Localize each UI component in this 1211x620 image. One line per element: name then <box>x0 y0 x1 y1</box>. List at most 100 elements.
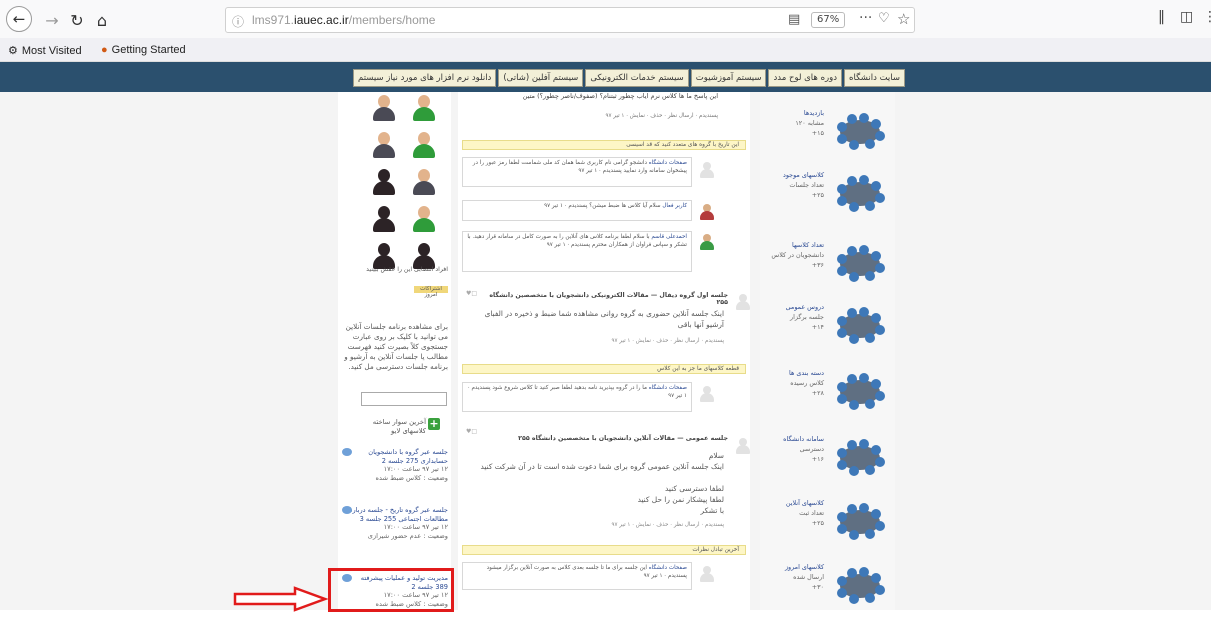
group-item[interactable]: بازدیدها مشابه ۱۲۰ ۱۵+ <box>766 102 894 166</box>
post-body-line: اینک جلسه آنلاین عمومی گروه برای شما دعو… <box>480 462 724 471</box>
group-name[interactable]: کلاسهای آنلاین <box>766 498 824 508</box>
pocket-icon[interactable]: ♡ <box>878 11 890 26</box>
session-item[interactable]: جلسه عبر گروه با دانشجویان حسابداری 275 … <box>342 448 448 482</box>
address-bar[interactable]: ⓘ lms971.iauec.ac.ir/members/home ▤ 67% … <box>225 7 915 33</box>
menu-icon[interactable]: ⋮ <box>1203 9 1211 25</box>
url-text[interactable]: lms971.iauec.ac.ir/members/home <box>252 13 435 27</box>
sidebar-icon[interactable]: ◫ <box>1180 9 1193 25</box>
nav-e-services[interactable]: سیستم خدمات الکترونیکی <box>585 69 689 87</box>
forward-icon[interactable]: → <box>41 9 63 31</box>
group-meeting-icon <box>837 307 885 344</box>
comment-section-header: این تاریخ با گروه های متعدد کنید که قد ا… <box>462 140 746 150</box>
post-body-line: سلام <box>708 451 724 460</box>
commenter-avatar[interactable] <box>700 566 714 582</box>
session-item[interactable]: جلسه عبر گروه تاریخ - جلسه درباره مطالعا… <box>342 506 448 540</box>
zoom-level[interactable]: 67% <box>811 12 846 28</box>
post-header[interactable]: جلسه اول گروه دیفال — مقالات الکترونیکی … <box>480 292 728 306</box>
group-label: کلاسهای موجود تعداد جلسات ۲۵+ <box>766 170 824 200</box>
comment-meta[interactable]: پسندیدم · ۱ تیر ۹۷ <box>578 168 621 174</box>
session-title[interactable]: جلسه عبر گروه با دانشجویان حسابداری 275 … <box>348 448 448 465</box>
reload-icon[interactable]: ↻ <box>66 9 88 31</box>
group-label: دسته بندی ها کلاس رسیده ۲۸+ <box>766 368 824 398</box>
bird-icon <box>342 448 352 456</box>
group-meeting-icon <box>837 567 885 604</box>
nav-software-download[interactable]: دانلود نرم افزار های مورد نیاز سیستم <box>353 69 497 87</box>
member-avatar[interactable] <box>372 95 396 121</box>
post-meta[interactable]: پسندیدم · ارسال نظر · حذف · نمایش · ۱ تی… <box>520 113 718 119</box>
group-label: کلاسهای امروز ارسال شده ۳۰+ <box>766 562 824 592</box>
comment-author[interactable]: صفحات دانشگاه <box>649 385 687 391</box>
page-info-icon[interactable]: ⓘ <box>232 13 244 30</box>
back-icon[interactable]: ← <box>6 6 32 32</box>
nav-courses[interactable]: دوره های لوح مدد <box>768 69 843 87</box>
comment-author[interactable]: صفحات دانشگاه <box>649 160 687 166</box>
home-icon[interactable]: ⌂ <box>91 9 113 31</box>
group-item[interactable]: کلاسهای امروز ارسال شده ۳۰+ <box>766 556 894 620</box>
reader-view-icon[interactable]: ▤ <box>788 12 800 27</box>
group-item[interactable]: دروس عمومی جلسه برگزار ۱۴+ <box>766 296 894 360</box>
comment-meta[interactable]: پسندیدم · ۱ تیر ۹۷ <box>544 203 587 209</box>
group-name[interactable]: سامانه دانشگاه <box>766 434 824 444</box>
group-name[interactable]: کلاسهای موجود <box>766 170 824 180</box>
nav-offline-system[interactable]: سیستم آفلین (شاتی) <box>498 69 584 87</box>
group-item[interactable]: تعداد کلاسها دانشجویان در کلاس ۳۶+ <box>766 234 894 298</box>
add-icon[interactable]: + <box>428 418 440 430</box>
group-name[interactable]: تعداد کلاسها <box>766 240 824 250</box>
poster-avatar[interactable] <box>736 438 750 454</box>
recent-sessions-label[interactable]: آخرین سوار ساخته کلاسهای لایو <box>360 418 426 436</box>
group-item[interactable]: کلاسهای آنلاین تعداد ثبت ۲۵+ <box>766 492 894 556</box>
group-count: ۲۵+ <box>811 519 824 527</box>
commenter-avatar[interactable] <box>700 204 714 220</box>
member-avatar[interactable] <box>412 132 436 158</box>
group-meeting-icon <box>837 113 885 150</box>
member-avatar[interactable] <box>412 95 436 121</box>
bookmark-most-visited[interactable]: ⚙ Most Visited <box>8 44 82 58</box>
share-button[interactable]: اشتراکات امروز <box>414 286 448 298</box>
group-sub: دسترسی <box>799 445 824 453</box>
group-name[interactable]: کلاسهای امروز <box>766 562 824 572</box>
nav-university-site[interactable]: سایت دانشگاه <box>844 69 905 87</box>
bookmark-star-icon[interactable]: ☆ <box>897 10 910 28</box>
comment-author[interactable]: احمدعلی قاسم <box>651 234 687 240</box>
comment-author[interactable]: صفحات دانشگاه <box>649 565 687 571</box>
commenter-avatar[interactable] <box>700 386 714 402</box>
group-name[interactable]: دروس عمومی <box>766 302 824 312</box>
group-name[interactable]: دسته بندی ها <box>766 368 824 378</box>
session-title[interactable]: جلسه عبر گروه تاریخ - جلسه درباره مطالعا… <box>348 506 448 523</box>
comment-author[interactable]: کاربر فعال <box>662 203 687 209</box>
group-item[interactable]: سامانه دانشگاه دسترسی ۱۶+ <box>766 428 894 492</box>
poster-avatar[interactable] <box>736 294 750 310</box>
comment-section-header: آخرین تبادل نظرات <box>462 545 746 555</box>
post-meta[interactable]: پسندیدم · ارسال نظر · حذف · نمایش · ۱ تی… <box>520 522 724 528</box>
group-name[interactable]: بازدیدها <box>766 108 824 118</box>
page-actions-icon[interactable]: ··· <box>859 10 872 26</box>
member-avatar[interactable] <box>372 169 396 195</box>
post-body: اینک جلسه آنلاین حضوری به گروه روانی مشا… <box>484 309 724 329</box>
members-caption[interactable]: افراد انتصابی این را عقش ببینید <box>342 265 448 274</box>
library-icon[interactable]: ‖ <box>1158 9 1165 25</box>
group-count: ۱۶+ <box>811 455 824 463</box>
bookmark-getting-started[interactable]: ● Getting Started <box>101 44 186 56</box>
group-sub: ارسال شده <box>793 573 824 581</box>
session-status: وضعیت : کلاس ضبط شده <box>375 473 448 482</box>
search-input[interactable] <box>361 392 447 406</box>
post-body-line: لطفا دسترسی کنید <box>664 484 724 493</box>
post-header[interactable]: جلسه عمومی — مقالات آنلاین دانشجویان با … <box>480 435 728 442</box>
group-meeting-icon <box>837 439 885 476</box>
commenter-avatar[interactable] <box>700 234 714 250</box>
nav-education-system[interactable]: سیستم آموزشیوت <box>690 69 767 87</box>
member-avatar[interactable] <box>372 206 396 232</box>
commenter-avatar[interactable] <box>700 162 714 178</box>
group-meeting-icon <box>837 245 885 282</box>
comment-meta[interactable]: پسندیدم · ۱ تیر ۹۷ <box>547 242 590 248</box>
member-avatar[interactable] <box>372 132 396 158</box>
comment-meta[interactable]: پسندیدم · ۱ تیر ۹۷ <box>644 573 687 579</box>
group-item[interactable]: دسته بندی ها کلاس رسیده ۲۸+ <box>766 362 894 426</box>
member-avatar[interactable] <box>412 169 436 195</box>
member-avatar[interactable] <box>412 206 436 232</box>
comment: صفحات دانشگاه این جلسه برای ما تا جلسه ب… <box>462 562 692 590</box>
group-item[interactable]: کلاسهای موجود تعداد جلسات ۲۵+ <box>766 164 894 228</box>
like-icon[interactable]: ♥□ <box>466 290 477 297</box>
like-icon[interactable]: ♥□ <box>466 428 477 435</box>
post-meta[interactable]: پسندیدم · ارسال نظر · حذف · نمایش · ۱ تی… <box>520 338 724 344</box>
